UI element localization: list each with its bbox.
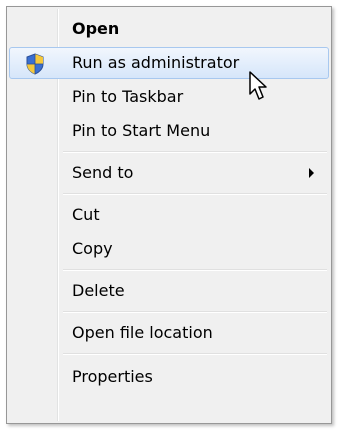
menu-separator (63, 353, 327, 355)
menu-item-label: Pin to Taskbar (72, 87, 184, 106)
menu-item-label: Delete (72, 281, 125, 300)
mouse-pointer-icon (249, 71, 267, 100)
menu-item-copy[interactable]: Copy (9, 233, 329, 265)
menu-item-label: Copy (72, 239, 113, 258)
menu-item-open[interactable]: Open (9, 13, 329, 45)
menu-item-label: Cut (72, 205, 100, 224)
menu-separator (63, 151, 327, 153)
menu-item-send-to[interactable]: Send to (9, 157, 329, 189)
context-menu: Open Run as administrator Pin to Taskbar… (6, 6, 332, 424)
menu-item-open-file-location[interactable]: Open file location (9, 317, 329, 349)
submenu-arrow-icon (309, 168, 314, 178)
menu-item-label: Send to (72, 163, 134, 182)
menu-separator (63, 311, 327, 313)
menu-item-pin-to-taskbar[interactable]: Pin to Taskbar (9, 81, 329, 113)
menu-item-label: Run as administrator (72, 53, 240, 72)
menu-item-label: Pin to Start Menu (72, 121, 211, 140)
menu-item-cut[interactable]: Cut (9, 199, 329, 231)
menu-item-label: Open file location (72, 323, 213, 342)
menu-separator (63, 193, 327, 195)
menu-item-pin-to-start-menu[interactable]: Pin to Start Menu (9, 115, 329, 147)
uac-shield-icon (26, 53, 44, 75)
menu-separator (63, 269, 327, 271)
menu-item-label: Properties (72, 367, 153, 386)
menu-item-properties[interactable]: Properties (9, 361, 329, 393)
menu-item-run-as-administrator[interactable]: Run as administrator (9, 47, 329, 79)
menu-item-delete[interactable]: Delete (9, 275, 329, 307)
menu-item-label: Open (72, 19, 120, 38)
